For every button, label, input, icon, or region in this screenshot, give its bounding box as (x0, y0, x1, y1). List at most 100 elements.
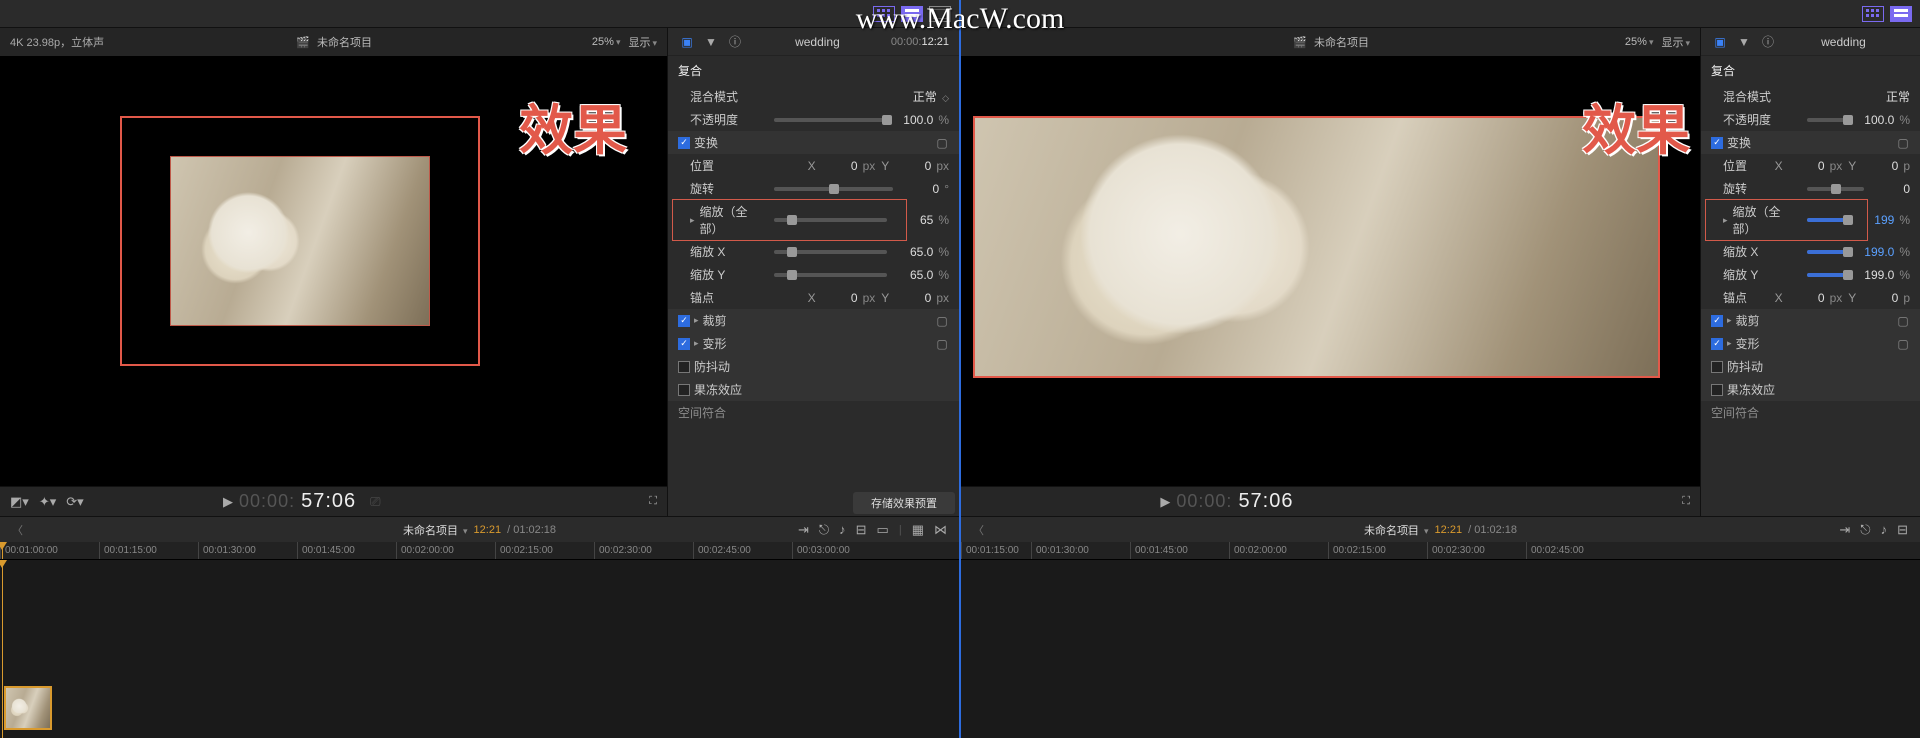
crop-checkbox[interactable] (1711, 315, 1723, 327)
play-icon[interactable]: ▶ (223, 494, 233, 510)
layout-button-2[interactable] (1890, 6, 1912, 22)
distort-reset-icon[interactable]: ▢ (1896, 337, 1910, 351)
scale-y-slider[interactable] (1807, 273, 1848, 277)
skimming-icon[interactable]: ⇥ (1839, 522, 1850, 538)
fullscreen-icon[interactable]: ⛶ (649, 495, 657, 508)
fullscreen-icon[interactable]: ⛶ (1682, 495, 1690, 508)
play-icon[interactable]: ▶ (1160, 494, 1170, 510)
scale-x-value[interactable]: 199.0 (1858, 245, 1894, 259)
scale-all-slider[interactable] (1807, 218, 1848, 222)
snap-icon[interactable]: ⊟ (1897, 522, 1908, 538)
anchor-x-value[interactable]: 0 (822, 291, 858, 305)
audio-skim-icon[interactable]: ⎋ (1860, 522, 1870, 538)
tool-retime-icon[interactable]: ⟳▾ (66, 494, 83, 510)
left-ruler[interactable]: 00:01:00:00 00:01:15:00 00:01:30:00 00:0… (0, 542, 959, 560)
pos-x-value[interactable]: 0 (822, 159, 858, 173)
stabilize-checkbox[interactable] (1711, 361, 1723, 373)
layout-button-1[interactable] (873, 6, 895, 22)
inspector-tab-video-icon[interactable]: ▣ (678, 33, 696, 51)
scale-all-value[interactable]: 65 (897, 213, 933, 227)
left-canvas[interactable]: 效果 (0, 56, 667, 486)
index-icon[interactable]: ▭ (877, 522, 889, 538)
blend-mode-select[interactable]: 正常 (1886, 88, 1910, 105)
pos-y-value[interactable]: 0 (895, 159, 931, 173)
layout-button-1[interactable] (1862, 6, 1884, 22)
zoom-dropdown[interactable]: 25%▾ (592, 36, 621, 48)
layout-button-2[interactable] (901, 6, 923, 22)
display-dropdown[interactable]: 显示▾ (628, 34, 657, 50)
section-rolling: 果冻效应 (694, 381, 742, 398)
opacity-slider[interactable] (1807, 118, 1848, 122)
right-timeline-body[interactable] (961, 560, 1920, 738)
skimming-icon[interactable]: ⇥ (798, 522, 809, 538)
timeline-project-dropdown[interactable]: 未命名项目 ▾ (403, 522, 468, 538)
scale-y-value[interactable]: 65.0 (897, 268, 933, 282)
rolling-checkbox[interactable] (678, 384, 690, 396)
inspector-tab-info-icon[interactable]: ⓘ (1759, 33, 1777, 51)
timeline-project-dropdown[interactable]: 未命名项目 ▾ (1364, 522, 1429, 538)
solo-icon[interactable]: ♪ (839, 522, 846, 537)
transform-reset-icon[interactable]: ▢ (935, 136, 949, 150)
crop-reset-icon[interactable]: ▢ (935, 314, 949, 328)
scale-x-value[interactable]: 65.0 (897, 245, 933, 259)
scale-all-value[interactable]: 199 (1858, 213, 1894, 227)
solo-icon[interactable]: ♪ (1881, 522, 1888, 537)
display-dropdown[interactable]: 显示▾ (1661, 34, 1690, 50)
opacity-slider[interactable] (774, 118, 887, 122)
rotation-value[interactable]: 0 (903, 182, 939, 196)
scale-y-label: 缩放 Y (1711, 266, 1797, 283)
scale-x-slider[interactable] (774, 250, 887, 254)
anchor-x-value[interactable]: 0 (1789, 291, 1825, 305)
transform-checkbox[interactable] (678, 137, 690, 149)
inspector-tab-info-icon[interactable]: ⓘ (726, 33, 744, 51)
inspector-clip-name: wedding (744, 35, 891, 49)
transform-checkbox[interactable] (1711, 137, 1723, 149)
anchor-y-value[interactable]: 0 (895, 291, 931, 305)
audio-skim-icon[interactable]: ⎋ (819, 522, 829, 538)
rotation-slider[interactable] (774, 187, 893, 191)
transitions-icon[interactable]: ⋈ (934, 522, 947, 538)
pos-y-value[interactable]: 0 (1862, 159, 1898, 173)
right-canvas[interactable]: 效果 (961, 56, 1700, 486)
rotation-value[interactable]: 0 (1874, 182, 1910, 196)
inspector-tab-color-icon[interactable]: ▼ (1735, 33, 1753, 51)
zoom-dropdown[interactable]: 25%▾ (1625, 36, 1654, 48)
rolling-checkbox[interactable] (1711, 384, 1723, 396)
blend-mode-select[interactable]: 正常 ◇ (913, 88, 949, 105)
left-timeline-body[interactable] (0, 560, 959, 738)
inspector-tab-video-icon[interactable]: ▣ (1711, 33, 1729, 51)
scale-y-slider[interactable] (774, 273, 887, 277)
crop-reset-icon[interactable]: ▢ (1896, 314, 1910, 328)
tool-enhance-icon[interactable]: ✦▾ (39, 494, 56, 510)
stabilize-checkbox[interactable] (678, 361, 690, 373)
scale-all-slider[interactable] (774, 218, 887, 222)
loop-icon[interactable]: ⎚ (370, 494, 380, 510)
playhead[interactable] (2, 542, 3, 559)
scale-y-label: 缩放 Y (678, 266, 764, 283)
distort-checkbox[interactable] (678, 338, 690, 350)
save-preset-button[interactable]: 存储效果预置 (853, 492, 955, 514)
playhead-line[interactable] (2, 560, 3, 738)
effects-browser-icon[interactable]: ▦ (912, 522, 924, 538)
pos-x-value[interactable]: 0 (1789, 159, 1825, 173)
section-stabilize: 防抖动 (1727, 358, 1763, 375)
opacity-value[interactable]: 100.0 (1858, 113, 1894, 127)
distort-checkbox[interactable] (1711, 338, 1723, 350)
clip-thumbnail[interactable] (4, 686, 52, 730)
inspector-tab-color-icon[interactable]: ▼ (702, 33, 720, 51)
nav-prev-icon[interactable]: 〈 (12, 522, 23, 538)
rotation-slider[interactable] (1807, 187, 1864, 191)
right-viewer: 🎬 未命名项目 25%▾ 显示▾ 效果 ▶ 00:00 (961, 28, 1700, 516)
right-ruler[interactable]: 00:01:15:00 00:01:30:00 00:01:45:00 00:0… (961, 542, 1920, 560)
scale-x-slider[interactable] (1807, 250, 1848, 254)
scale-y-value[interactable]: 199.0 (1858, 268, 1894, 282)
layout-button-3[interactable] (929, 6, 951, 22)
tool-crop-icon[interactable]: ◩▾ (10, 494, 29, 510)
nav-prev-icon[interactable]: 〈 (973, 522, 984, 538)
crop-checkbox[interactable] (678, 315, 690, 327)
distort-reset-icon[interactable]: ▢ (935, 337, 949, 351)
transform-reset-icon[interactable]: ▢ (1896, 136, 1910, 150)
opacity-value[interactable]: 100.0 (897, 113, 933, 127)
anchor-y-value[interactable]: 0 (1862, 291, 1898, 305)
snap-icon[interactable]: ⊟ (856, 522, 867, 538)
